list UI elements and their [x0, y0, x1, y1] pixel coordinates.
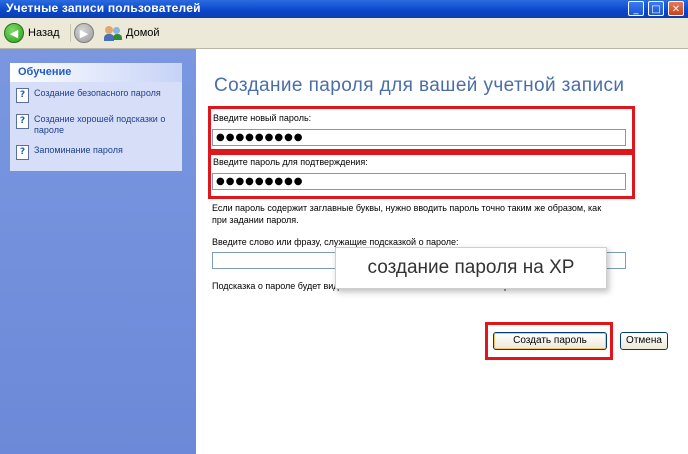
back-arrow-icon: ◀	[4, 23, 24, 43]
password-hint-label: Введите слово или фразу, служащие подска…	[212, 237, 459, 247]
main-content: Создание пароля для вашей учетной записи…	[196, 49, 688, 454]
back-button[interactable]: ◀ Назад	[4, 22, 60, 44]
toolbar: ◀ Назад ▶ Домой	[0, 18, 688, 49]
sidebar-item-label: Создание безопасного пароля	[34, 88, 161, 98]
sidebar-item-remember-password[interactable]: ? Запоминание пароля	[16, 145, 174, 160]
create-password-button[interactable]: Создать пароль	[493, 332, 607, 350]
caption-overlay: создание пароля на XP	[335, 247, 607, 289]
learn-about-box: Обучение ? Создание безопасного пароля ?…	[10, 63, 182, 171]
home-label: Домой	[126, 27, 160, 39]
sidebar-item-label: Запоминание пароля	[34, 145, 123, 155]
back-label: Назад	[28, 27, 60, 39]
help-topic-icon: ?	[16, 88, 29, 103]
sidebar-item-good-hint[interactable]: ? Создание хорошей подсказки о пароле	[16, 114, 174, 136]
forward-arrow-icon: ▶	[74, 23, 94, 43]
close-button[interactable]: ✕	[668, 1, 684, 16]
home-button[interactable]: Домой	[104, 22, 160, 44]
sidebar-item-label: Создание хорошей подсказки о пароле	[34, 114, 166, 135]
maximize-button[interactable]: □	[648, 1, 664, 16]
minimize-icon: _	[633, 4, 639, 15]
confirm-password-label: Введите пароль для подтверждения:	[213, 157, 368, 167]
task-box-header: Обучение	[10, 63, 182, 82]
help-topic-icon: ?	[16, 114, 29, 129]
case-sensitivity-note: Если пароль содержит заглавные буквы, ну…	[212, 203, 602, 225]
toolbar-separator	[70, 24, 71, 42]
window-title: Учетные записи пользователей	[6, 1, 201, 15]
sidebar-item-secure-password[interactable]: ? Создание безопасного пароля	[16, 88, 174, 103]
confirm-password-input[interactable]: ●●●●●●●●●	[212, 173, 626, 190]
minimize-button[interactable]: _	[628, 1, 644, 16]
page-title: Создание пароля для вашей учетной записи	[214, 75, 625, 96]
task-pane: Обучение ? Создание безопасного пароля ?…	[0, 49, 196, 454]
users-icon	[104, 25, 122, 41]
forward-button[interactable]: ▶	[74, 22, 94, 44]
help-topic-icon: ?	[16, 145, 29, 160]
title-bar: Учетные записи пользователей _ □ ✕	[0, 0, 688, 18]
close-icon: ✕	[671, 4, 681, 15]
maximize-icon: □	[651, 4, 661, 15]
new-password-input[interactable]: ●●●●●●●●●	[212, 129, 626, 146]
cancel-button[interactable]: Отмена	[620, 332, 668, 350]
new-password-label: Введите новый пароль:	[213, 113, 312, 123]
